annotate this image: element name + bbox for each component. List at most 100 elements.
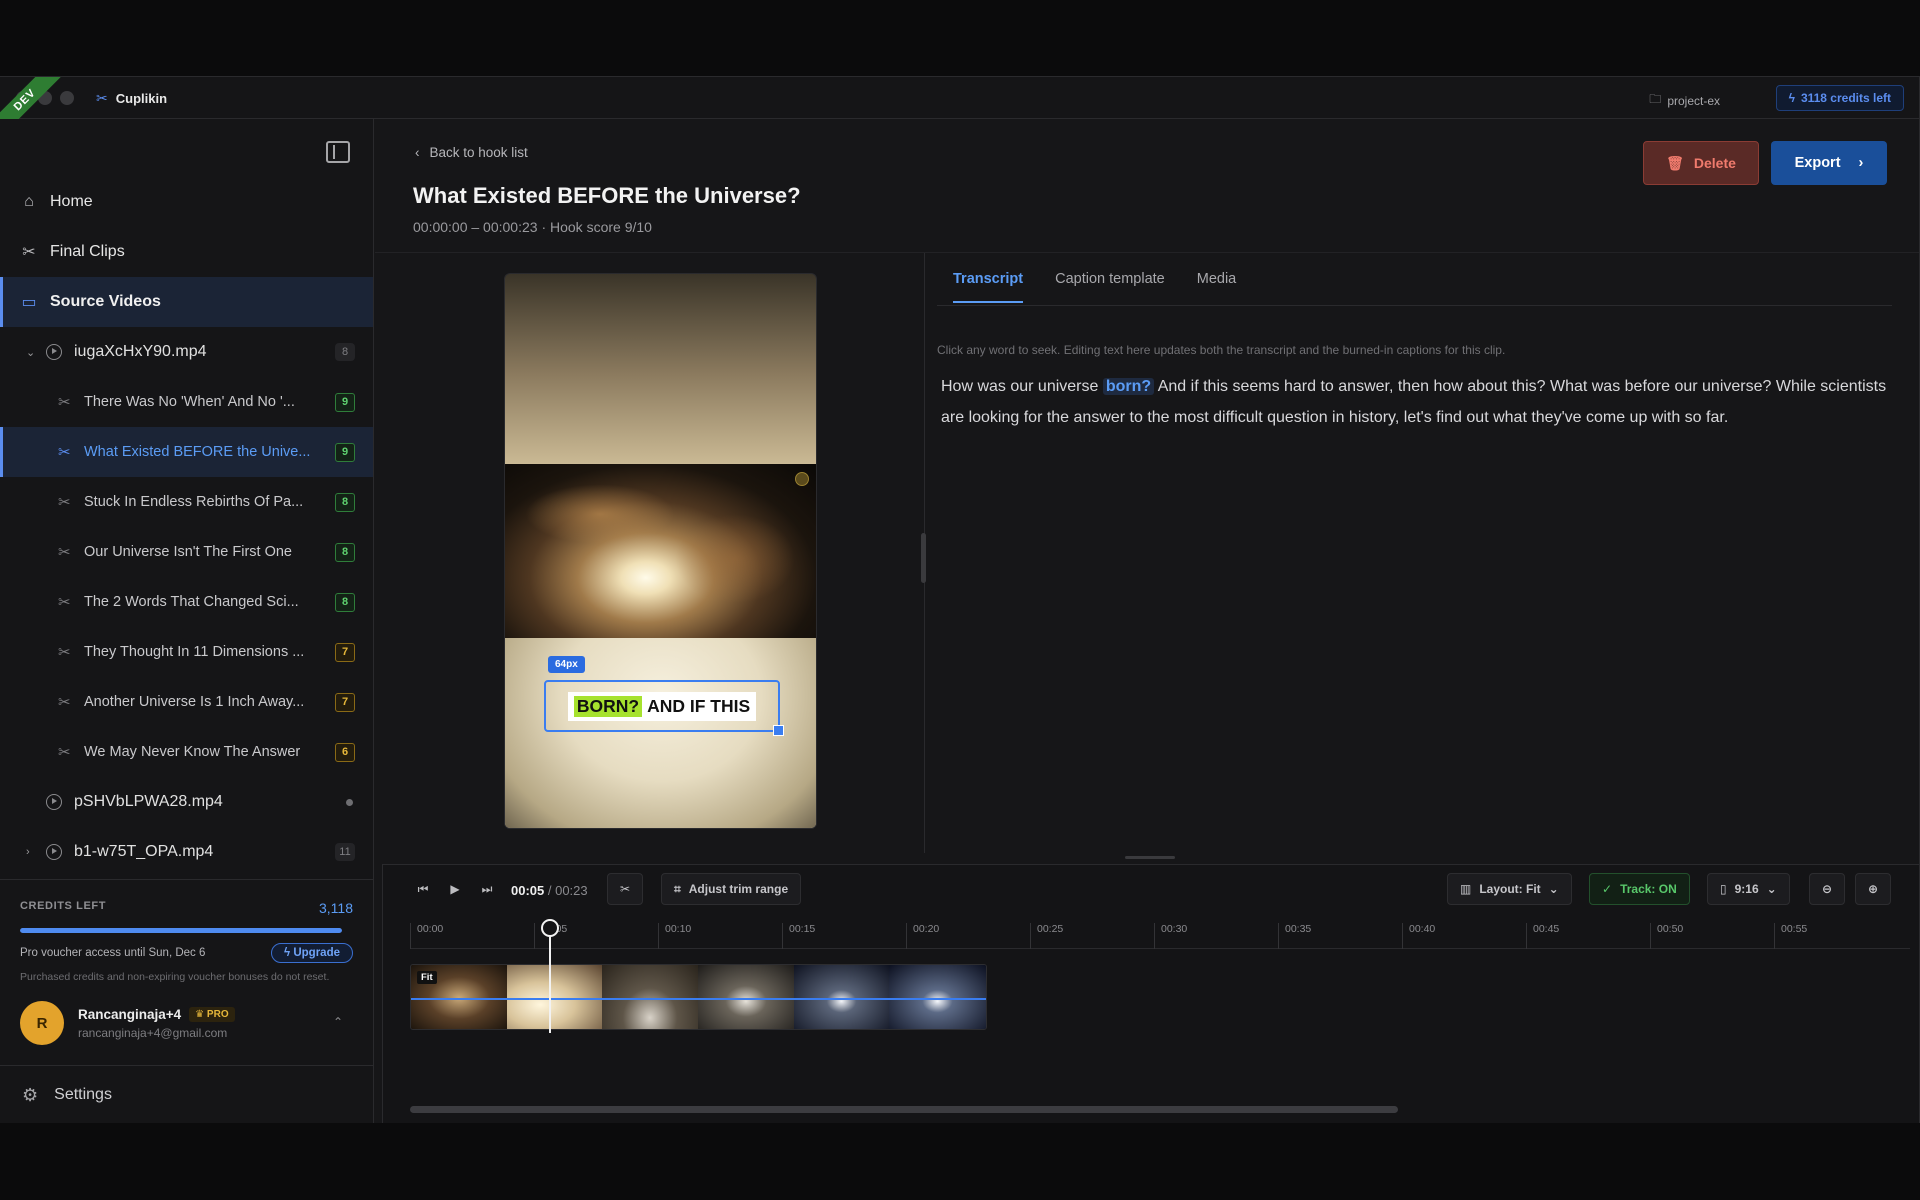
avatar: R xyxy=(20,1001,64,1045)
layout-select[interactable]: ▥ Layout: Fit ⌄ xyxy=(1447,873,1572,905)
play-icon[interactable]: ▶ xyxy=(445,877,465,901)
clip-title: There Was No 'When' And No '... xyxy=(84,394,295,410)
hook-score-badge: 7 xyxy=(335,643,355,662)
nav-item-home[interactable]: ⌂ Home xyxy=(0,177,373,227)
sidebar-toggle-icon[interactable] xyxy=(326,141,350,163)
back-to-hook-list-link[interactable]: ‹ Back to hook list xyxy=(415,145,528,160)
hook-score-badge: 7 xyxy=(335,693,355,712)
source-file-row[interactable]: › b1-w75T_OPA.mp4 11 xyxy=(0,827,373,877)
nav-item-source-videos[interactable]: ▭ Source Videos xyxy=(0,277,373,327)
timeline-tick-label: 00:00 xyxy=(410,923,443,949)
split-button[interactable]: ✂ xyxy=(607,873,643,905)
nav-source-videos-label: Source Videos xyxy=(50,293,161,310)
source-file-row[interactable]: ⌄ iugaXcHxY90.mp4 8 xyxy=(0,327,373,377)
clip-item[interactable]: ✂ Our Universe Isn't The First One 8 xyxy=(0,527,373,577)
export-button[interactable]: Export › xyxy=(1771,141,1887,185)
adjust-trim-label: Adjust trim range xyxy=(688,882,789,896)
credits-note: Purchased credits and non-expiring vouch… xyxy=(20,971,330,983)
zoom-out-icon: ⊖ xyxy=(1821,882,1833,896)
timeline-resize-handle[interactable] xyxy=(1125,856,1175,859)
sidebar-nav: ⌂ Home ✂ Final Clips ▭ Source Videos ⌄ i… xyxy=(0,177,373,877)
video-preview[interactable]: 64px BORN? AND IF THIS xyxy=(504,273,817,829)
nav-item-final-clips[interactable]: ✂ Final Clips xyxy=(0,227,373,277)
clip-meta: 00:00:00 – 00:00:23 · Hook score 9/10 xyxy=(413,219,652,235)
nav-home-label: Home xyxy=(50,193,93,210)
zoom-window-button[interactable] xyxy=(60,91,74,105)
clip-track[interactable]: Fit xyxy=(410,964,987,1030)
source-file-name: iugaXcHxY90.mp4 xyxy=(74,343,207,360)
clip-item[interactable]: ✂ Another Universe Is 1 Inch Away... 7 xyxy=(0,677,373,727)
page-title: What Existed BEFORE the Universe? xyxy=(413,183,801,208)
pane-resize-handle[interactable] xyxy=(921,533,926,583)
caption-text: BORN? AND IF THIS xyxy=(567,691,757,721)
caption-resize-handle[interactable] xyxy=(773,725,784,736)
timeline-tick-label: 00:35 xyxy=(1278,923,1311,949)
tab-caption-template[interactable]: Caption template xyxy=(1055,271,1165,303)
timeline-tick-label: 00:55 xyxy=(1774,923,1807,949)
chevron-up-icon[interactable]: ⌃ xyxy=(333,1015,343,1029)
tabs-divider xyxy=(937,305,1892,306)
pro-badge: ♛ PRO xyxy=(189,1006,235,1022)
settings-label: Settings xyxy=(54,1086,112,1103)
tab-transcript[interactable]: Transcript xyxy=(953,271,1024,303)
caption-active-word: BORN? xyxy=(573,695,643,717)
credits-pill[interactable]: ϟ 3118 credits left xyxy=(1775,85,1904,111)
zoom-in-button[interactable]: ⊕ xyxy=(1855,873,1891,905)
aspect-ratio-label: 9:16 xyxy=(1734,882,1759,896)
delete-button[interactable]: 🗑 Delete xyxy=(1643,141,1759,185)
project-indicator[interactable]: 🗀 project-ex xyxy=(1649,90,1720,111)
track-label: Track: ON xyxy=(1620,882,1677,896)
source-file-name: b1-w75T_OPA.mp4 xyxy=(74,843,214,860)
user-menu[interactable]: R Rancanginaja+4 ♛ PRO rancanginaja+4@gm… xyxy=(20,1001,353,1045)
timeline-tick-label: 00:50 xyxy=(1650,923,1683,949)
skip-back-icon[interactable]: ⏮ xyxy=(413,877,433,901)
transcript-hint: Click any word to seek. Editing text her… xyxy=(937,343,1506,357)
timeline-horizontal-scrollbar[interactable] xyxy=(410,1106,1398,1113)
crop-icon: ⌗ xyxy=(674,881,681,896)
track-toggle[interactable]: ✓ Track: ON xyxy=(1589,873,1690,905)
transcript-before[interactable]: How was our universe xyxy=(941,378,1103,395)
check-icon: ✓ xyxy=(1602,882,1613,896)
chevron-down-icon[interactable]: ⌄ xyxy=(26,346,42,359)
clip-item[interactable]: ✂ They Thought In 11 Dimensions ... 7 xyxy=(0,627,373,677)
adjust-trim-button[interactable]: ⌗ Adjust trim range xyxy=(661,873,802,905)
back-label: Back to hook list xyxy=(429,145,528,160)
timeline-ruler[interactable]: 00:0000:0500:1000:1500:2000:2500:3000:35… xyxy=(410,923,1910,949)
clip-count-badge: 8 xyxy=(335,343,355,361)
trash-icon: 🗑 xyxy=(1666,154,1684,171)
chevron-right-icon[interactable]: › xyxy=(26,846,42,858)
timeline-panel: ⏮ ▶ ⏭ 00:05 / 00:23 ✂ ⌗ Adjust trim rang… xyxy=(382,864,1919,1123)
clip-item[interactable]: ✂ Stuck In Endless Rebirths Of Pa... 8 xyxy=(0,477,373,527)
timeline-tick-label: 00:15 xyxy=(782,923,815,949)
aspect-ratio-select[interactable]: ▯ 9:16 ⌄ xyxy=(1707,873,1790,905)
clip-title: They Thought In 11 Dimensions ... xyxy=(84,644,305,660)
lightning-icon: ϟ xyxy=(1788,91,1795,105)
clip-item-selected[interactable]: ✂ What Existed BEFORE the Unive... 9 xyxy=(0,427,373,477)
skip-forward-icon[interactable]: ⏭ xyxy=(477,877,497,901)
track-fit-tag: Fit xyxy=(417,971,437,984)
source-file-row[interactable]: pSHVbLPWA28.mp4 xyxy=(0,777,373,827)
nav-final-clips-label: Final Clips xyxy=(50,243,125,260)
app-window: DEV ✂ Cuplikin 🗀 project-ex ϟ 3118 credi… xyxy=(0,76,1920,1123)
caption-overlay[interactable]: BORN? AND IF THIS xyxy=(544,680,784,736)
transcript-text[interactable]: How was our universe born? And if this s… xyxy=(941,371,1891,433)
zoom-out-button[interactable]: ⊖ xyxy=(1809,873,1845,905)
tracking-line xyxy=(411,998,986,1000)
playhead[interactable] xyxy=(541,919,559,1033)
hook-score-badge: 8 xyxy=(335,593,355,612)
clip-item[interactable]: ✂ There Was No 'When' And No '... 9 xyxy=(0,377,373,427)
video-preview-pane: 64px BORN? AND IF THIS xyxy=(375,253,926,853)
hook-score-badge: 8 xyxy=(335,493,355,512)
clip-item[interactable]: ✂ The 2 Words That Changed Sci... 8 xyxy=(0,577,373,627)
credits-pill-label: 3118 credits left xyxy=(1800,91,1891,105)
settings-item[interactable]: ⚙ Settings xyxy=(0,1065,373,1123)
timeline-toolbar: ⏮ ▶ ⏭ 00:05 / 00:23 ✂ ⌗ Adjust trim rang… xyxy=(383,865,1919,913)
scissors-icon: ✂ xyxy=(58,494,71,511)
tab-media[interactable]: Media xyxy=(1197,271,1237,303)
clip-item[interactable]: ✂ We May Never Know The Answer 6 xyxy=(0,727,373,777)
upgrade-button[interactable]: ϟ Upgrade xyxy=(271,943,353,963)
chevron-down-icon: ⌄ xyxy=(1548,882,1559,896)
transcript-active-word[interactable]: born? xyxy=(1102,378,1155,395)
top-backdrop xyxy=(0,0,1920,76)
timeline-tick-label: 00:30 xyxy=(1154,923,1187,949)
